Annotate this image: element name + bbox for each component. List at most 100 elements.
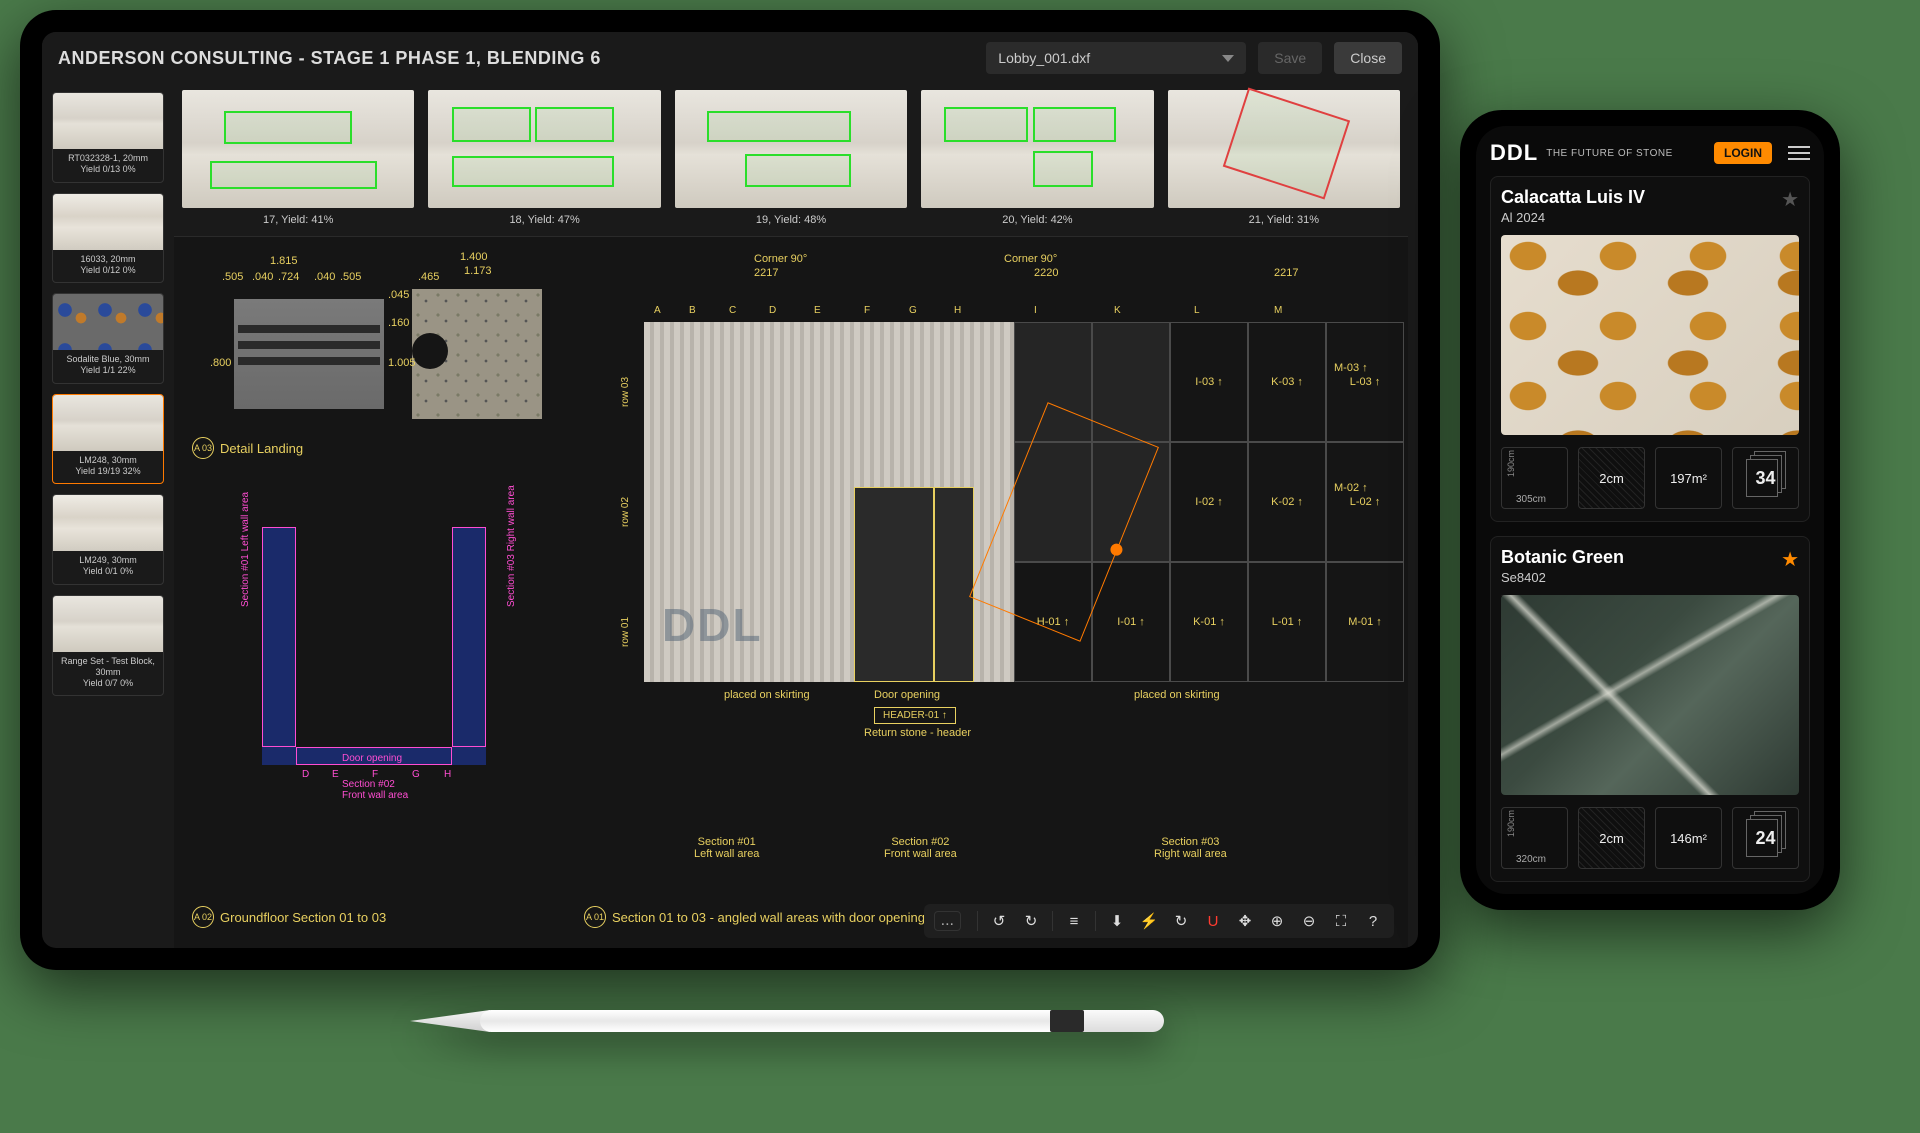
dim-label: .040	[314, 271, 335, 283]
slab-thumb-label: RT032328-1, 20mmYield 0/13 0%	[53, 149, 163, 182]
slab-thumb-label: Range Set - Test Block, 30mmYield 0/7 0%	[53, 652, 163, 696]
fullscreen-icon[interactable]: ⛶	[1330, 910, 1352, 932]
favorite-star-icon[interactable]: ★	[1781, 547, 1799, 572]
slab-thumb-label: LM249, 30mmYield 0/1 0%	[53, 551, 163, 584]
slab-thumb-image	[53, 194, 163, 250]
brand-logo: DDL	[1490, 140, 1538, 166]
redo-icon[interactable]: ↻	[1020, 910, 1042, 932]
phone-header: DDL THE FUTURE OF STONE LOGIN	[1490, 140, 1810, 166]
filmstrip-slab[interactable]: 21, Yield: 31%	[1168, 90, 1400, 226]
section-code-icon: A 03	[192, 437, 214, 459]
filmstrip-slab[interactable]: 18, Yield: 47%	[428, 90, 660, 226]
undo-icon[interactable]: ↺	[988, 910, 1010, 932]
slab-thumb-selected[interactable]: LM248, 30mmYield 19/19 32%	[52, 394, 164, 485]
stone-stats: 190cm 305cm 2cm 197m² 34	[1501, 447, 1799, 509]
list-icon[interactable]: ≡	[1063, 910, 1085, 932]
file-select-value: Lobby_001.dxf	[998, 50, 1090, 66]
stone-code: Al 2024	[1501, 210, 1645, 225]
close-button[interactable]: Close	[1334, 42, 1402, 74]
watermark: DDL	[662, 598, 763, 652]
zoom-in-icon[interactable]: ⊕	[1266, 910, 1288, 932]
wall-layout: 2217 2220 2217 A B C D E F G H I K	[574, 267, 1398, 888]
slab-thumb[interactable]: Range Set - Test Block, 30mmYield 0/7 0%	[52, 595, 164, 697]
phone-screen: DDL THE FUTURE OF STONE LOGIN Calacatta …	[1476, 126, 1824, 894]
slab-caption: 20, Yield: 42%	[1002, 214, 1072, 226]
workspace: 17, Yield: 41% 18, Yield: 47%	[174, 84, 1418, 948]
favorite-star-icon[interactable]: ★	[1781, 187, 1799, 212]
slab-thumb-label: Sodalite Blue, 30mmYield 1/1 22%	[53, 350, 163, 383]
section-tag-label: Groundfloor Section 01 to 03	[220, 910, 386, 925]
menu-icon[interactable]	[1788, 146, 1810, 160]
slab-caption: 18, Yield: 47%	[509, 214, 579, 226]
save-button[interactable]: Save	[1258, 42, 1322, 74]
slab-thumb[interactable]: RT032328-1, 20mmYield 0/13 0%	[52, 92, 164, 183]
slab-thumb[interactable]: LM249, 30mmYield 0/1 0%	[52, 494, 164, 585]
dim-label: .465	[418, 271, 439, 283]
dim-label: .160	[388, 317, 409, 329]
stone-title: Calacatta Luis IV	[1501, 187, 1645, 208]
section-tag-a03: A 03 Detail Landing	[192, 437, 303, 459]
stone-card[interactable]: Calacatta Luis IV Al 2024 ★ 190cm 305cm …	[1490, 176, 1810, 522]
cycle-icon[interactable]: ↻	[1170, 910, 1192, 932]
stylus-pen	[410, 1000, 1210, 1044]
tablet-screen: ANDERSON CONSULTING - STAGE 1 PHASE 1, B…	[42, 32, 1418, 948]
section-tag-label: Detail Landing	[220, 441, 303, 456]
slab-thumb-image	[53, 294, 163, 350]
dim-label: 1.400	[460, 251, 488, 263]
stat-count: 34	[1732, 447, 1799, 509]
stone-image	[1501, 235, 1799, 435]
canvas-toolbar: ... ↺ ↻ ≡ ⬇ ⚡ ↻ U ✥ ⊕ ⊖ ⛶	[924, 904, 1394, 938]
stat-area: 146m²	[1655, 807, 1722, 869]
dim-label: 1.815	[270, 255, 298, 267]
download-icon[interactable]: ⬇	[1106, 910, 1128, 932]
section-label: Section #01 Left wall area	[240, 492, 251, 607]
header-tile[interactable]: HEADER-01 ↑	[874, 707, 956, 724]
slab-caption: 17, Yield: 41%	[263, 214, 333, 226]
slab-thumb-label: 16033, 20mmYield 0/12 0%	[53, 250, 163, 283]
slab-thumb-image	[53, 596, 163, 652]
file-select[interactable]: Lobby_001.dxf	[986, 42, 1246, 74]
stone-title: Botanic Green	[1501, 547, 1624, 568]
magnet-icon[interactable]: U	[1202, 910, 1224, 932]
login-button[interactable]: LOGIN	[1714, 142, 1772, 164]
stone-image	[1501, 595, 1799, 795]
bolt-icon[interactable]: ⚡	[1138, 910, 1160, 932]
section-label: Section #03 Right wall area	[506, 485, 517, 607]
chevron-down-icon	[1222, 55, 1234, 62]
stat-thickness: 2cm	[1578, 447, 1645, 509]
slab-sidebar: RT032328-1, 20mmYield 0/13 0% 16033, 20m…	[42, 84, 174, 948]
zoom-out-icon[interactable]: ⊖	[1298, 910, 1320, 932]
slab-image	[1168, 90, 1400, 208]
more-button[interactable]: ...	[934, 911, 961, 931]
slab-caption: 19, Yield: 48%	[756, 214, 826, 226]
section-tag-a02: A 02 Groundfloor Section 01 to 03	[192, 906, 386, 928]
slab-thumb[interactable]: 16033, 20mmYield 0/12 0%	[52, 193, 164, 284]
slab-thumb-image	[53, 395, 163, 451]
dim-label: .040	[252, 271, 273, 283]
filmstrip-slab[interactable]: 20, Yield: 42%	[921, 90, 1153, 226]
cad-canvas[interactable]: 1.815 .505 .040 .724 .040 .505 1.400 1.1…	[174, 236, 1408, 948]
app-header: ANDERSON CONSULTING - STAGE 1 PHASE 1, B…	[42, 32, 1418, 84]
tablet-device: ANDERSON CONSULTING - STAGE 1 PHASE 1, B…	[20, 10, 1440, 970]
stone-code: Se8402	[1501, 570, 1624, 585]
stone-card[interactable]: Botanic Green Se8402 ★ 190cm 320cm 2cm 1…	[1490, 536, 1810, 882]
slab-thumb-label: LM248, 30mmYield 19/19 32%	[53, 451, 163, 484]
dim-label: .045	[388, 289, 409, 301]
stat-count: 24	[1732, 807, 1799, 869]
section-label: Section #02Front wall area	[342, 779, 408, 801]
move-icon[interactable]: ✥	[1234, 910, 1256, 932]
filmstrip-slab[interactable]: 19, Yield: 48%	[675, 90, 907, 226]
dim-label: .505	[222, 271, 243, 283]
slab-image	[182, 90, 414, 208]
slab-thumb[interactable]: Sodalite Blue, 30mmYield 1/1 22%	[52, 293, 164, 384]
phone-device: DDL THE FUTURE OF STONE LOGIN Calacatta …	[1460, 110, 1840, 910]
stat-thickness: 2cm	[1578, 807, 1645, 869]
stat-area: 197m²	[1655, 447, 1722, 509]
slab-image	[675, 90, 907, 208]
filmstrip-slab[interactable]: 17, Yield: 41%	[182, 90, 414, 226]
section-code-icon: A 02	[192, 906, 214, 928]
section-code-icon: A 01	[584, 906, 606, 928]
slab-thumb-image	[53, 495, 163, 551]
slab-caption: 21, Yield: 31%	[1249, 214, 1319, 226]
help-icon[interactable]: ?	[1362, 910, 1384, 932]
